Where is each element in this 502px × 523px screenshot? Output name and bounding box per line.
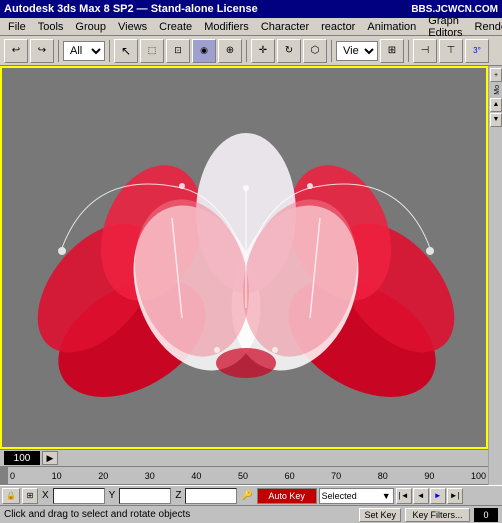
z-label: Z xyxy=(173,490,183,501)
toolbar: ↩ ↪ All ↖ ⬚ ⊡ ◉ ⊕ ✛ ↻ ⬡ View ⊞ ⊣ ⊤ 3° xyxy=(0,36,502,66)
selected-label: Selected xyxy=(322,491,357,501)
menu-tools[interactable]: Tools xyxy=(32,18,70,35)
playback-controls: |◄ ◄ ► ►| xyxy=(396,488,463,504)
menu-bar: File Tools Group Views Create Modifiers … xyxy=(0,18,502,36)
set-key-button[interactable]: Set Key xyxy=(359,508,401,522)
tick-40: 40 xyxy=(191,471,201,481)
z-field[interactable] xyxy=(185,488,237,504)
panel-scroll-down[interactable]: ▼ xyxy=(490,113,502,127)
right-side-panel: + Mo ▲ ▼ xyxy=(488,66,502,485)
menu-views[interactable]: Views xyxy=(112,18,153,35)
timeline-ticks: 0 10 20 30 40 50 60 70 80 90 100 xyxy=(8,471,488,481)
tick-90: 90 xyxy=(424,471,434,481)
sep1 xyxy=(58,40,59,62)
redo-button[interactable]: ↪ xyxy=(30,39,54,63)
paint-selection-tool[interactable]: ⊕ xyxy=(218,39,242,63)
goto-start-button[interactable]: |◄ xyxy=(396,488,412,504)
menu-graph-editors[interactable]: Graph Editors xyxy=(422,18,468,35)
frame-counter-row: 100 ▶ xyxy=(0,449,488,467)
main-wrapper: 100 ▶ 0 10 20 30 40 50 60 70 80 90 100 xyxy=(0,66,502,523)
frame-counter[interactable]: 100 xyxy=(4,451,40,465)
timeline-ruler: 0 10 20 30 40 50 60 70 80 90 100 xyxy=(0,467,488,485)
panel-btn-1[interactable]: + xyxy=(490,68,502,82)
sep2 xyxy=(109,40,110,62)
tick-100: 100 xyxy=(471,471,486,481)
next-frame-button[interactable]: ►| xyxy=(447,488,463,504)
panel-label-mo: Mo xyxy=(490,83,501,97)
status-hint: Click and drag to select and rotate obje… xyxy=(4,509,355,520)
auto-key-button[interactable]: Auto Key xyxy=(257,488,317,504)
dropdown-arrow: ▼ xyxy=(382,491,391,501)
grid-toggle[interactable]: ⊞ xyxy=(22,488,38,504)
menu-modifiers[interactable]: Modifiers xyxy=(198,18,255,35)
timeline-start-marker xyxy=(0,467,8,485)
align-tool[interactable]: ⊤ xyxy=(439,39,463,63)
menu-reactor[interactable]: reactor xyxy=(315,18,361,35)
panel-scroll-up[interactable]: ▲ xyxy=(490,98,502,112)
key-filters-button[interactable]: Key Filters... xyxy=(405,508,470,522)
tick-30: 30 xyxy=(145,471,155,481)
menu-animation[interactable]: Animation xyxy=(361,18,422,35)
scale-tool[interactable]: ⬡ xyxy=(303,39,327,63)
menu-file[interactable]: File xyxy=(2,18,32,35)
bottom-status: Click and drag to select and rotate obje… xyxy=(0,505,502,523)
select-filter-dropdown[interactable]: All xyxy=(63,41,105,61)
lock-button[interactable]: 🔒 xyxy=(2,488,20,504)
frame-slider-handle[interactable]: ▶ xyxy=(42,451,58,465)
y-field[interactable] xyxy=(119,488,171,504)
key-icon: 🔑 xyxy=(239,490,254,501)
play-button[interactable]: ► xyxy=(430,488,446,504)
x-label: X xyxy=(40,490,51,501)
view-dropdown[interactable]: View xyxy=(336,41,378,61)
tick-70: 70 xyxy=(331,471,341,481)
tick-50: 50 xyxy=(238,471,248,481)
select-crossing-tool[interactable]: ⊡ xyxy=(166,39,190,63)
sep4 xyxy=(331,40,332,62)
tick-80: 80 xyxy=(378,471,388,481)
left-content: 100 ▶ 0 10 20 30 40 50 60 70 80 90 100 xyxy=(0,66,488,485)
select-tool[interactable]: ↖ xyxy=(114,39,138,63)
selected-dropdown[interactable]: Selected ▼ xyxy=(319,488,394,504)
current-frame-display[interactable]: 0 xyxy=(474,508,498,522)
menu-rendering[interactable]: Rendering xyxy=(469,18,502,35)
content-row: 100 ▶ 0 10 20 30 40 50 60 70 80 90 100 xyxy=(0,66,502,485)
tick-10: 10 xyxy=(52,471,62,481)
status-row: 🔒 ⊞ X Y Z 🔑 Auto Key Selected ▼ |◄ ◄ ► ►… xyxy=(0,485,502,505)
viewport[interactable] xyxy=(0,66,488,449)
rotate-tool[interactable]: ↻ xyxy=(277,39,301,63)
tick-60: 60 xyxy=(285,471,295,481)
use-pivot[interactable]: ⊞ xyxy=(380,39,404,63)
sep3 xyxy=(246,40,247,62)
3d-flower-scene xyxy=(2,68,488,408)
y-label: Y xyxy=(107,490,118,501)
mirror-tool[interactable]: ⊣ xyxy=(413,39,437,63)
title-bar: Autodesk 3ds Max 8 SP2 — Stand-alone Lic… xyxy=(0,0,502,18)
tick-20: 20 xyxy=(98,471,108,481)
lasso-tool[interactable]: ◉ xyxy=(192,39,216,63)
menu-character[interactable]: Character xyxy=(255,18,315,35)
menu-create[interactable]: Create xyxy=(153,18,198,35)
undo-button[interactable]: ↩ xyxy=(4,39,28,63)
select-region-tool[interactable]: ⬚ xyxy=(140,39,164,63)
menu-group[interactable]: Group xyxy=(69,18,112,35)
x-field[interactable] xyxy=(53,488,105,504)
snap-angle[interactable]: 3° xyxy=(465,39,489,63)
sep5 xyxy=(408,40,409,62)
prev-frame-button[interactable]: ◄ xyxy=(413,488,429,504)
tick-0: 0 xyxy=(10,471,15,481)
title-text: Autodesk 3ds Max 8 SP2 — Stand-alone Lic… xyxy=(4,3,258,15)
move-tool[interactable]: ✛ xyxy=(251,39,275,63)
site-text: BBS.JCWCN.COM xyxy=(411,4,498,15)
